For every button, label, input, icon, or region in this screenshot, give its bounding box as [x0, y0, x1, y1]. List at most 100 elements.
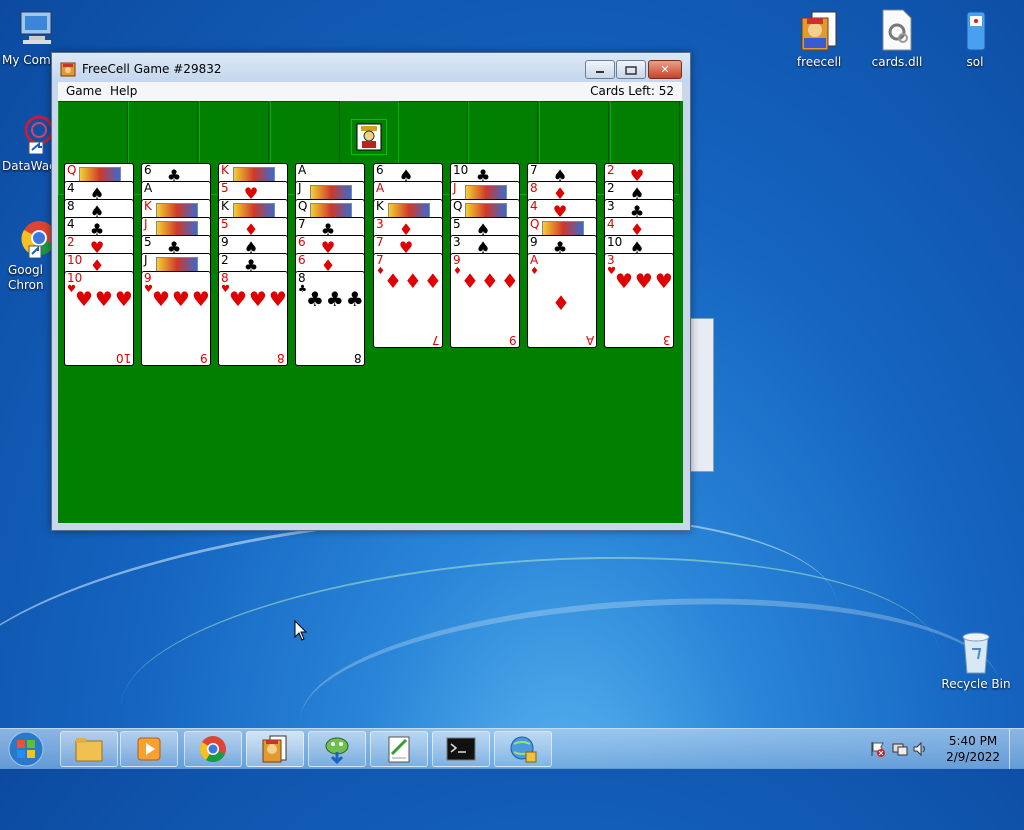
windows-logo-icon	[8, 731, 44, 767]
action-center-flag-icon[interactable]	[870, 741, 886, 760]
playing-card[interactable]: 9♦♦♦♦♦♦♦♦♦♦9	[450, 253, 520, 348]
card-rank: Q	[530, 217, 540, 231]
card-rank: K	[221, 199, 229, 213]
playing-card[interactable]: 7♦♦♦♦♦♦♦♦7	[373, 253, 443, 348]
card-rank: J	[144, 253, 148, 267]
start-button[interactable]	[4, 730, 48, 768]
card-pips: ♥♥♥♥♥♥♥♥♥♥	[75, 287, 134, 311]
network-status-icon[interactable]	[892, 741, 908, 760]
card-pips: ♥♥♥	[615, 269, 674, 293]
card-rank: 4	[607, 217, 615, 231]
card-rank-bottom: 8	[277, 351, 285, 365]
dll-file-icon	[876, 8, 918, 52]
menu-game[interactable]: Game	[66, 84, 102, 98]
card-rank: A	[376, 181, 385, 195]
playing-card[interactable]: A ♦ ♦ A	[527, 253, 597, 348]
card-rank: 7	[298, 217, 306, 231]
freecell-app-icon	[60, 61, 76, 77]
card-rank: 6	[298, 235, 306, 249]
terminal-icon	[446, 737, 476, 761]
card-rank: 9	[530, 235, 538, 249]
king-card-icon	[262, 735, 287, 763]
taskbar-media-player[interactable]	[120, 731, 178, 767]
card-rank: 5	[221, 217, 229, 231]
card-pips: ♥♥♥♥♥♥♥♥♥	[152, 287, 211, 311]
card-pips: ♦♦♦♦♦♦♦♦♦	[461, 269, 520, 293]
playing-card[interactable]: 8♥♥♥♥♥♥♥♥♥8	[218, 271, 288, 366]
clock[interactable]: 5:40 PM 2/9/2022	[946, 733, 1000, 765]
card-pips: ♣♣♣♣♣♣♣♣	[306, 287, 365, 311]
playing-card[interactable]: 9♥♥♥♥♥♥♥♥♥♥9	[141, 271, 211, 366]
window-title: FreeCell Game #29832	[82, 62, 222, 76]
card-rank: 6	[298, 253, 306, 267]
card-rank-bottom: 9	[200, 351, 208, 365]
card-rank: 5	[144, 235, 152, 249]
card-pips: ♥♥♥♥♥♥♥♥	[229, 287, 288, 311]
computer-icon	[16, 6, 58, 50]
media-player-icon	[137, 737, 161, 761]
card-rank: 8	[67, 199, 75, 213]
desktop-icon-cards-dll[interactable]: cards.dll	[860, 8, 934, 69]
card-rank: 4	[67, 181, 75, 195]
card-rank: 5	[221, 181, 229, 195]
card-rank: J	[144, 217, 148, 231]
card-rank: A	[144, 181, 153, 195]
king-face-icon[interactable]	[351, 119, 387, 155]
card-rank: K	[144, 199, 152, 213]
playing-card[interactable]: 3 ♥ ♥♥♥ 3	[604, 253, 674, 348]
maximize-button[interactable]	[616, 60, 646, 79]
show-desktop-button[interactable]	[1009, 729, 1024, 769]
close-button[interactable]: ✕	[648, 60, 682, 79]
volume-icon[interactable]	[912, 741, 928, 760]
clock-date: 2/9/2022	[946, 750, 1000, 764]
card-rank-bottom: 10	[115, 351, 131, 365]
desktop-icon-freecell[interactable]: freecell	[782, 8, 856, 69]
king-card-icon	[798, 8, 840, 52]
menu-help[interactable]: Help	[110, 84, 137, 98]
menu-bar: Game Help Cards Left: 52	[58, 82, 682, 102]
minimize-icon	[596, 70, 604, 73]
desktop-icon-recycle-bin[interactable]: Recycle Bin	[938, 630, 1014, 691]
card-pips: ♦	[552, 291, 572, 315]
card-rank-bottom: 7	[432, 333, 440, 347]
taskbar-installer[interactable]	[308, 731, 366, 767]
card-rank: 7	[376, 235, 384, 249]
card-rank: 5	[453, 217, 461, 231]
card-rank: 2	[607, 163, 615, 177]
card-rank: Q	[67, 163, 77, 177]
close-icon: ✕	[660, 63, 670, 76]
desktop-icon-sol[interactable]: sol	[938, 8, 1012, 69]
taskbar-notepad[interactable]	[370, 731, 428, 767]
notepad-icon	[388, 736, 410, 763]
taskbar: 5:40 PM 2/9/2022	[0, 728, 1024, 769]
card-rank: 6	[144, 163, 152, 177]
card-rank: Q	[298, 199, 308, 213]
wallpaper-streak	[295, 581, 1005, 825]
taskbar-command-prompt[interactable]	[432, 731, 490, 767]
folder-icon	[75, 738, 103, 762]
playing-card[interactable]: 10♥♥♥♥♥♥♥♥♥♥♥10	[64, 271, 134, 366]
card-rank: 2	[67, 235, 75, 249]
installer-icon	[325, 737, 349, 764]
card-rank: K	[376, 199, 384, 213]
card-rank-bottom: 9	[509, 333, 517, 347]
taskbar-explorer[interactable]	[60, 731, 118, 767]
card-rank: Q	[453, 199, 463, 213]
minimize-button[interactable]	[585, 60, 615, 79]
taskbar-freecell[interactable]	[246, 731, 304, 767]
mouse-cursor-icon	[294, 619, 308, 645]
card-rank: 3	[607, 199, 615, 213]
card-rank: 2	[221, 253, 229, 267]
card-rank-bottom: A	[585, 333, 594, 347]
taskbar-chrome[interactable]	[184, 731, 242, 767]
playing-card[interactable]: 8♣♣♣♣♣♣♣♣♣8	[295, 271, 365, 366]
title-bar[interactable]: FreeCell Game #29832 ✕	[52, 53, 690, 83]
recycle-bin-icon	[955, 630, 997, 674]
card-rank: K	[221, 163, 229, 177]
wallpaper-streak	[112, 531, 948, 830]
restore-icon	[625, 65, 637, 75]
card-rank: 9	[221, 235, 229, 249]
system-tray: 5:40 PM 2/9/2022	[864, 729, 1024, 769]
game-table: Q4♠ ♠8♠ ♠4♣ ♣2♥10♦ ♦10♥♥♥♥♥♥♥♥♥♥♥106♣ ♣A…	[58, 101, 683, 523]
taskbar-network[interactable]	[494, 731, 552, 767]
